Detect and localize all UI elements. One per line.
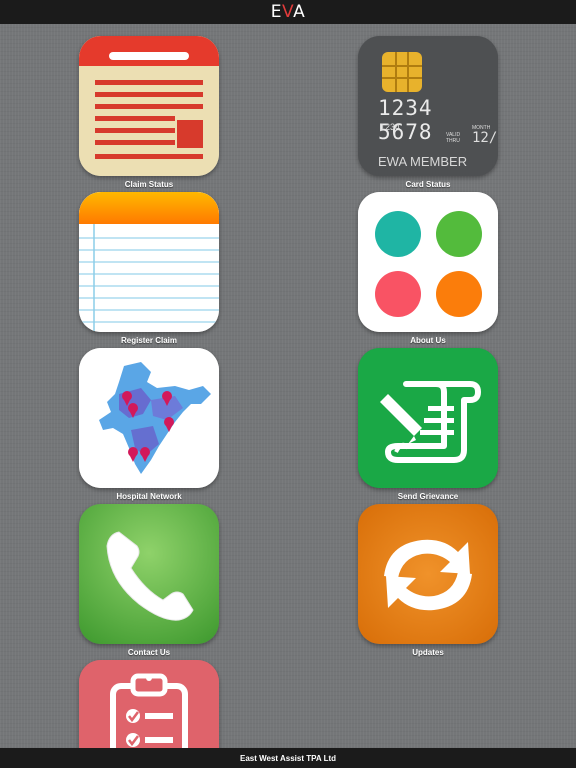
tile-card-status[interactable]: 1234 5678 1234 VALID THRU MONTH 12/ EWA M… (358, 36, 498, 189)
tile-label: Card Status (405, 180, 451, 189)
scroll-pen-icon (358, 348, 498, 488)
card-valid-label: VALID THRU (446, 132, 461, 144)
card-sub-number: 1234 (380, 122, 401, 132)
credit-card-icon: 1234 5678 1234 VALID THRU MONTH 12/ EWA M… (358, 36, 498, 176)
india-map-icon (79, 348, 219, 488)
notepad-icon (79, 192, 219, 332)
document-icon (79, 36, 219, 176)
tile-label: About Us (410, 336, 446, 345)
refresh-arrows-icon (358, 504, 498, 644)
phone-icon (79, 504, 219, 644)
top-bar: EVA (0, 0, 576, 24)
card-member-text: EWA MEMBER (378, 154, 468, 169)
tile-about-us[interactable]: About Us (358, 192, 498, 345)
card-expiry: 12/ (472, 130, 498, 146)
tile-label: Register Claim (120, 336, 178, 345)
app-logo: EVA (270, 1, 306, 22)
tile-contact-us[interactable]: Contact Us (79, 504, 219, 657)
four-dots-icon (358, 192, 498, 332)
clipboard-checklist-icon (79, 660, 219, 748)
tile-label: Hospital Network (116, 492, 182, 501)
tile-hospital-network[interactable]: Hospital Network (79, 348, 219, 501)
tile-claim-status[interactable]: Claim Status (79, 36, 219, 189)
tile-label: Contact Us (127, 648, 171, 657)
tile-checklist[interactable] (79, 660, 219, 748)
tile-send-grievance[interactable]: Send Grievance (358, 348, 498, 501)
tile-register-claim[interactable]: Register Claim (79, 192, 219, 345)
footer: East West Assist TPA Ltd (0, 748, 576, 768)
tile-label: Send Grievance (397, 492, 459, 501)
tile-label: Updates (412, 648, 444, 657)
main-grid: Claim Status 1234 5678 1234 VALID THRU MO… (0, 24, 576, 748)
tile-label: Claim Status (124, 180, 174, 189)
footer-text: East West Assist TPA Ltd (239, 753, 337, 763)
tile-updates[interactable]: Updates (358, 504, 498, 657)
